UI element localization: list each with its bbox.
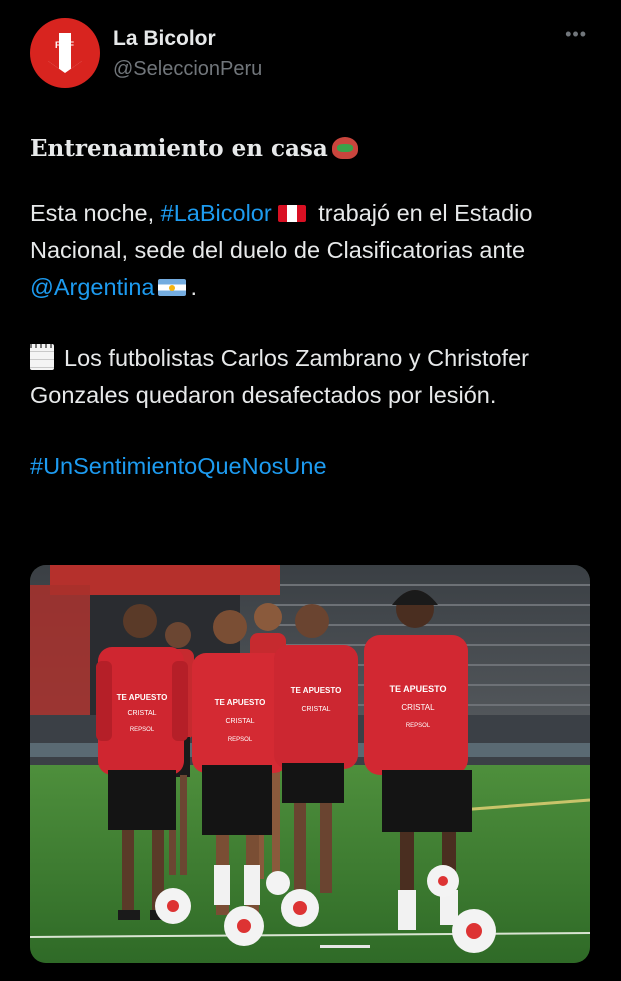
fpf-shield-logo: FPF	[48, 33, 82, 73]
kit-sponsor-text: REPSOL	[228, 737, 253, 743]
kit-sponsor-text: CRISTAL	[225, 718, 254, 725]
avatar[interactable]: FPF	[30, 18, 100, 88]
kit-sponsor-text: CRISTAL	[401, 703, 435, 712]
notepad-emoji-icon	[30, 344, 54, 370]
peru-flag-icon	[277, 205, 306, 222]
argentina-flag-icon	[158, 279, 187, 296]
hashtag-labicolor-link[interactable]: #LaBicolor	[161, 200, 272, 226]
mention-argentina-link[interactable]: @Argentina	[30, 274, 154, 300]
kit-sponsor-text: TE APUESTO	[291, 686, 342, 695]
kit-sponsor-text: TE APUESTO	[117, 693, 168, 702]
kit-sponsor-text: TE APUESTO	[215, 698, 266, 707]
tweet-paragraph-3: #UnSentimientoQueNosUne	[30, 448, 590, 485]
tweet-header: FPF La Bicolor @SeleccionPeru •••	[30, 18, 601, 90]
kit-sponsor-text: REPSOL	[406, 723, 431, 729]
account-name[interactable]: La Bicolor	[113, 27, 216, 51]
kit-sponsor-text: REPSOL	[130, 727, 155, 733]
hashtag-unsentimiento-link[interactable]: #UnSentimientoQueNosUne	[30, 453, 327, 479]
training-photo-illustration: TE APUESTO CRISTAL REPSOL TE APUESTO CRI…	[30, 565, 590, 963]
kit-sponsor-text: CRISTAL	[127, 710, 156, 717]
tweet-paragraph-2: Los futbolistas Carlos Zambrano y Christ…	[30, 344, 529, 408]
stadium-emoji-icon	[331, 137, 358, 159]
more-horizontal-icon[interactable]: •••	[565, 24, 587, 45]
tweet-title: Entrenamiento en casa	[30, 130, 590, 167]
kit-sponsor-text: CRISTAL	[301, 706, 330, 713]
tweet-photo[interactable]: TE APUESTO CRISTAL REPSOL TE APUESTO CRI…	[30, 565, 590, 963]
kit-sponsor-text: TE APUESTO	[389, 684, 446, 694]
tweet-text: Entrenamiento en casa Esta noche, #LaBic…	[30, 130, 590, 519]
tweet-paragraph-1: Esta noche, #LaBicolor trabajó en el Est…	[30, 200, 533, 300]
account-handle[interactable]: @SeleccionPeru	[113, 58, 262, 81]
